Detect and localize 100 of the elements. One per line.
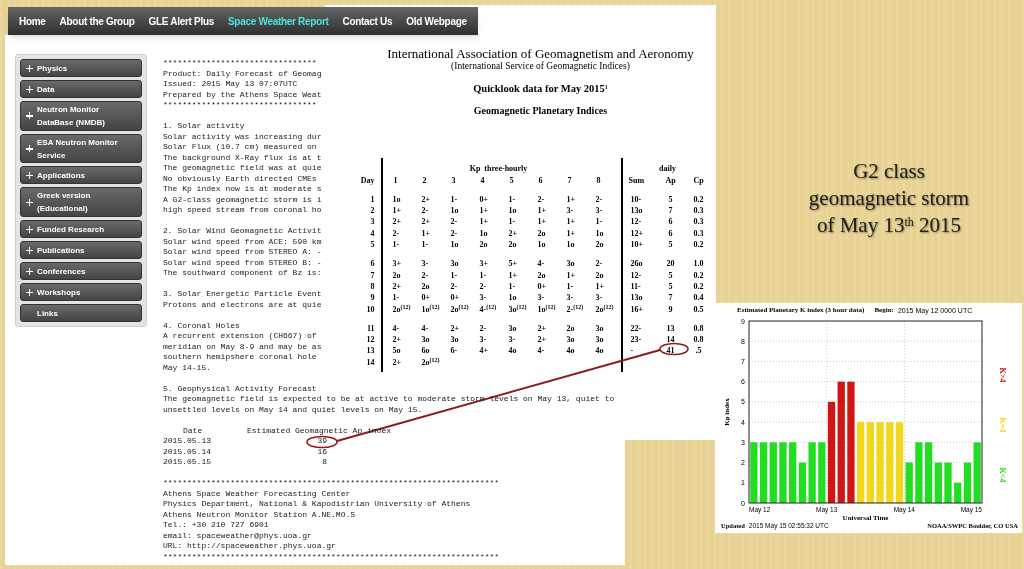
- column-header: 5: [509, 176, 514, 186]
- table-cell: 0.4: [693, 292, 704, 304]
- legend-label: K>4: [998, 367, 1007, 383]
- table-cell: 5: [668, 269, 673, 281]
- group-header: Kp three-hourly: [469, 162, 528, 174]
- table-cell: 22-: [630, 322, 642, 334]
- table-cell: 13: [366, 345, 375, 357]
- sidebar-item[interactable]: Links: [20, 304, 142, 322]
- table-cell: 0.3: [693, 205, 704, 217]
- table-cell: 1-: [595, 216, 603, 228]
- column-header: 2: [422, 176, 427, 186]
- nav-link[interactable]: Old Webpage: [399, 13, 474, 29]
- nav-link[interactable]: Space Weather Report: [221, 13, 336, 29]
- table-cell: 3o: [566, 334, 575, 346]
- table-cell: 3o: [508, 322, 517, 334]
- column-header: Sum: [628, 176, 645, 186]
- sidebar-item[interactable]: Applications: [20, 166, 142, 185]
- slide-title: G2 class geomagnetic storm of May 13$^{th}$ 2015: [807, 158, 971, 239]
- sidebar-item[interactable]: Publications: [20, 241, 142, 259]
- table-cell: 4-: [392, 322, 400, 334]
- table-cell: 4o: [595, 345, 604, 357]
- table-cell: 2o$^{(12)}$: [595, 303, 614, 315]
- table-cell: 39: [317, 436, 327, 447]
- table-cell: .5: [695, 345, 702, 357]
- table-cell: 1o: [450, 239, 459, 251]
- table-cell: 1-: [508, 280, 516, 292]
- bulletin-line: ********************************: [163, 100, 317, 111]
- nav-link[interactable]: Contact Us: [335, 13, 400, 29]
- table-cell: 2o: [537, 269, 546, 281]
- bulletin-line: Tel.: +30 210 727 6901: [163, 520, 269, 531]
- table-cell: 1-: [421, 239, 429, 251]
- bulletin-line: email: spaceweather@phys.uoa.gr: [163, 530, 312, 541]
- bulletin-line: high speed stream from coronal ho: [163, 205, 322, 216]
- nav-link[interactable]: GLE Alert Plus: [141, 13, 221, 29]
- table-cell: 0.5: [693, 303, 704, 315]
- column-header: 4: [480, 176, 485, 186]
- table-cell: 5: [370, 239, 375, 251]
- table-cell: 2-: [450, 227, 458, 239]
- bulletin-line: Product: Daily Forecast of Geomag: [163, 68, 322, 79]
- table-cell: 12-: [630, 216, 642, 228]
- sidebar-item[interactable]: Workshops: [20, 283, 142, 301]
- table-cell: 16+: [630, 303, 644, 315]
- sidebar-item[interactable]: Greek version (Educational): [20, 187, 142, 217]
- sidebar-item[interactable]: Funded Research: [20, 220, 142, 238]
- table-cell: 16: [317, 446, 327, 457]
- table-cell: 4: [370, 227, 375, 239]
- table-cell: 12+: [630, 227, 644, 239]
- table-cell: 2o$^{(12)}$: [450, 303, 469, 315]
- sidebar-item[interactable]: ESA Neutron Monitor Service: [20, 133, 142, 164]
- table-cell: 3o: [595, 322, 604, 334]
- table-cell: 12: [366, 334, 375, 346]
- bulletin-line: The geomagnetic field is expected to be at active to moderate storm levels on May 13, quiet to: [163, 394, 615, 405]
- table-cell: 1+: [392, 205, 402, 217]
- table-cell: 7: [668, 292, 673, 304]
- bulletin-line: Athens Neutron Monitor Station A.NE.MO.S: [163, 509, 356, 520]
- table-cell: 1o: [508, 292, 517, 304]
- table-cell: 1o: [566, 239, 575, 251]
- bulletin-line: No obviously Earth directed CMEs: [163, 173, 317, 184]
- table-cell: 2+: [392, 280, 402, 292]
- table-cell: 0+: [421, 292, 431, 304]
- table-cell: 1+: [421, 227, 431, 239]
- table-cell: 0+: [450, 292, 460, 304]
- bulletin-line: unsettled levels on May 14 and quiet levels on May 15.: [163, 404, 423, 415]
- column-header: Date: [183, 425, 203, 435]
- table-cell: 20: [666, 258, 675, 270]
- column-header: 3: [451, 176, 456, 186]
- table-cell: 23-: [630, 334, 642, 346]
- nav-link[interactable]: About the Group: [52, 13, 142, 29]
- table-cell: 3-: [479, 292, 487, 304]
- table-cell: 5o: [392, 345, 401, 357]
- table-cell: 2+: [392, 356, 402, 368]
- sidebar-item[interactable]: Data: [20, 80, 142, 98]
- table-cell: 5+: [508, 258, 518, 270]
- sidebar-item[interactable]: Conferences: [20, 262, 142, 280]
- table-cell: 3o$^{(12)}$: [508, 303, 527, 315]
- table-cell: 10: [366, 303, 375, 315]
- bulletin-line: Athens Space Weather Forecasting Center: [163, 488, 351, 499]
- sidebar-item[interactable]: Neutron Monitor DataBase (NMDB): [20, 101, 142, 131]
- bulletin-line: Solar activity was increasing dur: [163, 131, 322, 142]
- table-cell: 1o$^{(12)}$: [537, 303, 556, 315]
- table-cell: 2-: [479, 280, 487, 292]
- table-cell: 11-: [630, 280, 641, 292]
- bulletin-line: ********************************: [163, 58, 317, 69]
- table-cell: 1.0: [693, 258, 704, 270]
- column-header: 1: [393, 176, 398, 186]
- table-cell: 14: [666, 334, 675, 346]
- bulletin-line: A recurrent extension (CH667) of: [163, 331, 317, 342]
- table-cell: 2o: [421, 280, 430, 292]
- table-cell: 3+: [392, 258, 402, 270]
- table-cell: 1-: [508, 216, 516, 228]
- table-cell: 4-: [537, 258, 545, 270]
- bar: [779, 442, 787, 503]
- nav-link[interactable]: Home: [12, 13, 53, 29]
- table-cell: 2o: [392, 269, 401, 281]
- table-cell: 8: [322, 457, 327, 468]
- sidebar-item[interactable]: Physics: [20, 59, 142, 77]
- table-cell: 1+: [566, 269, 576, 281]
- table-cell: 2o: [537, 227, 546, 239]
- bulletin-line: 3. Solar Energetic Particle Event: [163, 289, 322, 300]
- table-cell: 2+: [537, 322, 547, 334]
